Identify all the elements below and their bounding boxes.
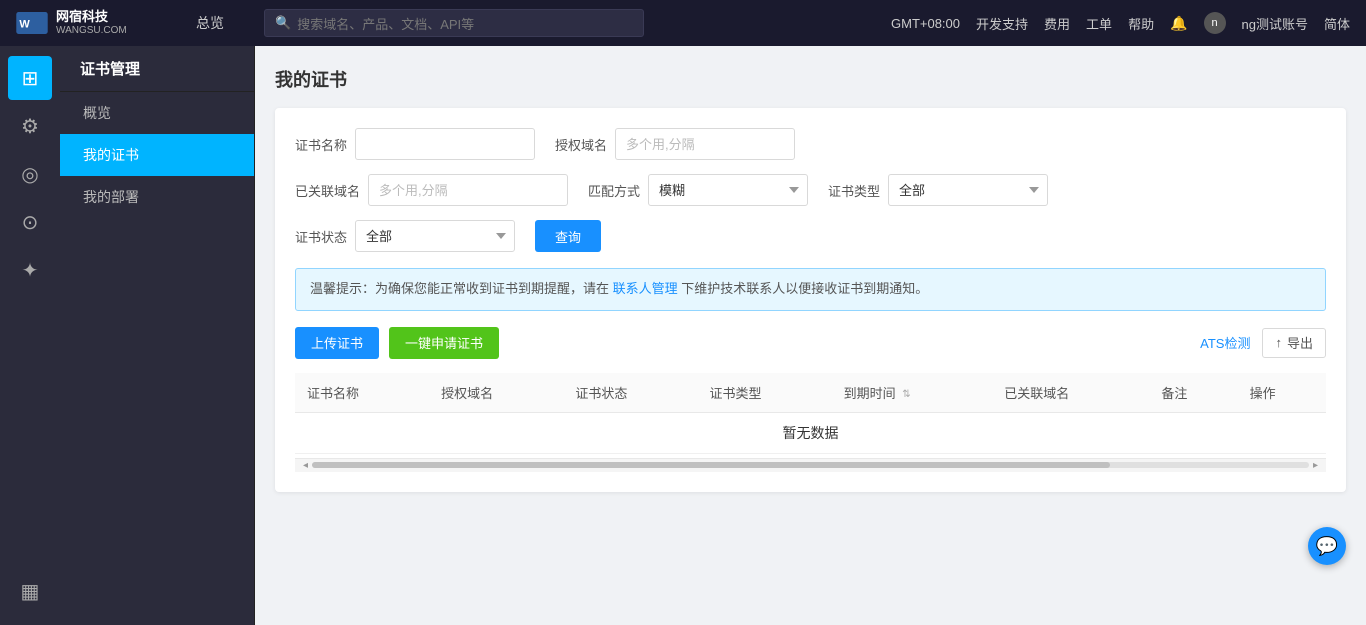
filter-row-2: 已关联域名 匹配方式 模糊 精确 证书类型 全部: [295, 174, 1326, 206]
nodes-icon: ✦: [22, 258, 39, 283]
scroll-right-icon[interactable]: ▸: [1309, 460, 1322, 471]
query-button[interactable]: 查询: [535, 220, 601, 252]
left-menu-title: 证书管理: [60, 46, 254, 92]
main-layout: ⊞ ⚙ ◎ ⊙ ✦ ▦ 证书管理 概览 我的证书 我的部署 我的证书: [0, 46, 1366, 625]
sidebar-item-grid[interactable]: ▦: [8, 569, 52, 613]
avatar[interactable]: n: [1204, 12, 1226, 34]
col-cert-status: 证书状态: [563, 373, 697, 413]
apply-cert-button[interactable]: 一键申请证书: [389, 327, 499, 359]
chat-icon: 💬: [1316, 536, 1338, 557]
left-menu: 证书管理 概览 我的证书 我的部署: [60, 46, 255, 625]
empty-text: 暂无数据: [295, 412, 1326, 453]
top-right: GMT+08:00 开发支持 费用 工单 帮助 🔔 n ng测试账号 简体: [891, 12, 1350, 34]
export-label: 导出: [1287, 333, 1313, 352]
match-type-label: 匹配方式: [588, 181, 640, 200]
table-header: 证书名称 授权域名 证书状态 证书类型 到期时间 ⇅ 已关联域名 备注 操作: [295, 373, 1326, 413]
filter-cert-type: 证书类型 全部 DV OV EV: [828, 174, 1048, 206]
grid-icon: ▦: [21, 579, 40, 604]
alert-link[interactable]: 联系人管理: [613, 281, 678, 296]
ssl-icon: ⊙: [22, 210, 39, 235]
content-card: 证书名称 授权域名 已关联域名 匹配方式: [275, 108, 1346, 492]
col-action: 操作: [1238, 373, 1326, 413]
auth-domain-label: 授权域名: [555, 135, 607, 154]
sidebar-item-settings[interactable]: ⚙: [8, 104, 52, 148]
username[interactable]: ng测试账号: [1242, 14, 1308, 33]
scroll-left-icon[interactable]: ◂: [299, 460, 312, 471]
nav-help[interactable]: 帮助: [1128, 14, 1154, 33]
main-content: 我的证书 证书名称 授权域名 已关: [255, 46, 1366, 625]
search-icon: 🔍: [275, 15, 291, 31]
filter-match-type: 匹配方式 模糊 精确: [588, 174, 808, 206]
export-icon: ↑: [1275, 335, 1282, 350]
table-body: 暂无数据: [295, 412, 1326, 453]
col-remark: 备注: [1149, 373, 1237, 413]
action-row: 上传证书 一键申请证书 ATS检测 ↑ 导出: [295, 327, 1326, 359]
filter-form: 证书名称 授权域名 已关联域名 匹配方式: [295, 128, 1326, 252]
left-menu-item-my-certs[interactable]: 我的证书: [60, 134, 254, 176]
cert-type-select[interactable]: 全部 DV OV EV: [888, 174, 1048, 206]
scrollbar-track: [312, 462, 1309, 468]
linked-domain-input[interactable]: [368, 174, 568, 206]
logo: W 网宿科技 WANGSU.COM: [16, 9, 176, 37]
nav-devsupport[interactable]: 开发支持: [976, 14, 1028, 33]
logo-cn: 网宿科技: [56, 9, 127, 25]
page-title: 我的证书: [275, 66, 1346, 92]
cert-name-label: 证书名称: [295, 135, 347, 154]
match-type-select[interactable]: 模糊 精确: [648, 174, 808, 206]
alert-info: 温馨提示：为确保您能正常收到证书到期提醒，请在 联系人管理 下维护技术联系人以便…: [295, 268, 1326, 311]
col-cert-type: 证书类型: [697, 373, 831, 413]
settings-icon: ⚙: [21, 114, 39, 139]
linked-domain-label: 已关联域名: [295, 181, 360, 200]
svg-text:W: W: [19, 19, 30, 31]
cert-type-label: 证书类型: [828, 181, 880, 200]
language-switcher[interactable]: 简体: [1324, 14, 1350, 33]
auth-domain-input[interactable]: [615, 128, 795, 160]
export-button[interactable]: ↑ 导出: [1262, 328, 1326, 358]
col-cert-name: 证书名称: [295, 373, 429, 413]
sidebar-item-dashboard[interactable]: ⊞: [8, 56, 52, 100]
sidebar-item-nodes[interactable]: ✦: [8, 248, 52, 292]
left-menu-item-overview[interactable]: 概览: [60, 92, 254, 134]
chat-button[interactable]: 💬: [1308, 527, 1346, 565]
notification-bell-icon[interactable]: 🔔: [1170, 15, 1187, 32]
left-menu-item-my-deploy[interactable]: 我的部署: [60, 176, 254, 218]
sidebar-item-ssl[interactable]: ⊙: [8, 200, 52, 244]
logo-en: WANGSU.COM: [56, 25, 127, 37]
sort-icon: ⇅: [902, 389, 910, 400]
filter-auth-domain: 授权域名: [555, 128, 795, 160]
table-wrapper: 证书名称 授权域名 证书状态 证书类型 到期时间 ⇅ 已关联域名 备注 操作: [295, 373, 1326, 454]
sidebar: ⊞ ⚙ ◎ ⊙ ✦ ▦: [0, 46, 60, 625]
monitor-icon: ◎: [21, 162, 38, 187]
scrollbar-thumb: [312, 462, 1110, 468]
col-linked-domain: 已关联域名: [992, 373, 1149, 413]
col-auth-domain: 授权域名: [429, 373, 563, 413]
dashboard-icon: ⊞: [22, 66, 39, 91]
filter-cert-name: 证书名称: [295, 128, 535, 160]
logo-icon: W: [16, 12, 48, 34]
cert-status-label: 证书状态: [295, 227, 347, 246]
cert-name-input[interactable]: [355, 128, 535, 160]
upload-cert-button[interactable]: 上传证书: [295, 327, 379, 359]
action-right: ATS检测 ↑ 导出: [1200, 328, 1326, 358]
cert-table: 证书名称 授权域名 证书状态 证书类型 到期时间 ⇅ 已关联域名 备注 操作: [295, 373, 1326, 454]
filter-row-1: 证书名称 授权域名: [295, 128, 1326, 160]
nav-ticket[interactable]: 工单: [1086, 14, 1112, 33]
timezone: GMT+08:00: [891, 16, 960, 31]
search-placeholder: 搜索域名、产品、文档、API等: [297, 14, 474, 33]
cert-status-select[interactable]: 全部 正常 即将过期 已过期: [355, 220, 515, 252]
filter-cert-status: 证书状态 全部 正常 即将过期 已过期: [295, 220, 515, 252]
filter-row-3: 证书状态 全部 正常 即将过期 已过期 查询: [295, 220, 1326, 252]
filter-linked-domain: 已关联域名: [295, 174, 568, 206]
table-empty-row: 暂无数据: [295, 412, 1326, 453]
alert-text-after: 下维护技术联系人以便接收证书到期通知。: [681, 281, 928, 296]
nav-overview[interactable]: 总览: [196, 13, 224, 33]
top-navbar: W 网宿科技 WANGSU.COM 总览 🔍 搜索域名、产品、文档、API等 G…: [0, 0, 1366, 46]
alert-text-before: 温馨提示：为确保您能正常收到证书到期提醒，请在: [310, 281, 609, 296]
col-expiry-time[interactable]: 到期时间 ⇅: [832, 373, 993, 413]
nav-billing[interactable]: 费用: [1044, 14, 1070, 33]
ats-check-link[interactable]: ATS检测: [1200, 333, 1250, 352]
search-bar[interactable]: 🔍 搜索域名、产品、文档、API等: [264, 9, 644, 37]
sidebar-item-monitor[interactable]: ◎: [8, 152, 52, 196]
horizontal-scrollbar[interactable]: ◂ ▸: [295, 458, 1326, 472]
